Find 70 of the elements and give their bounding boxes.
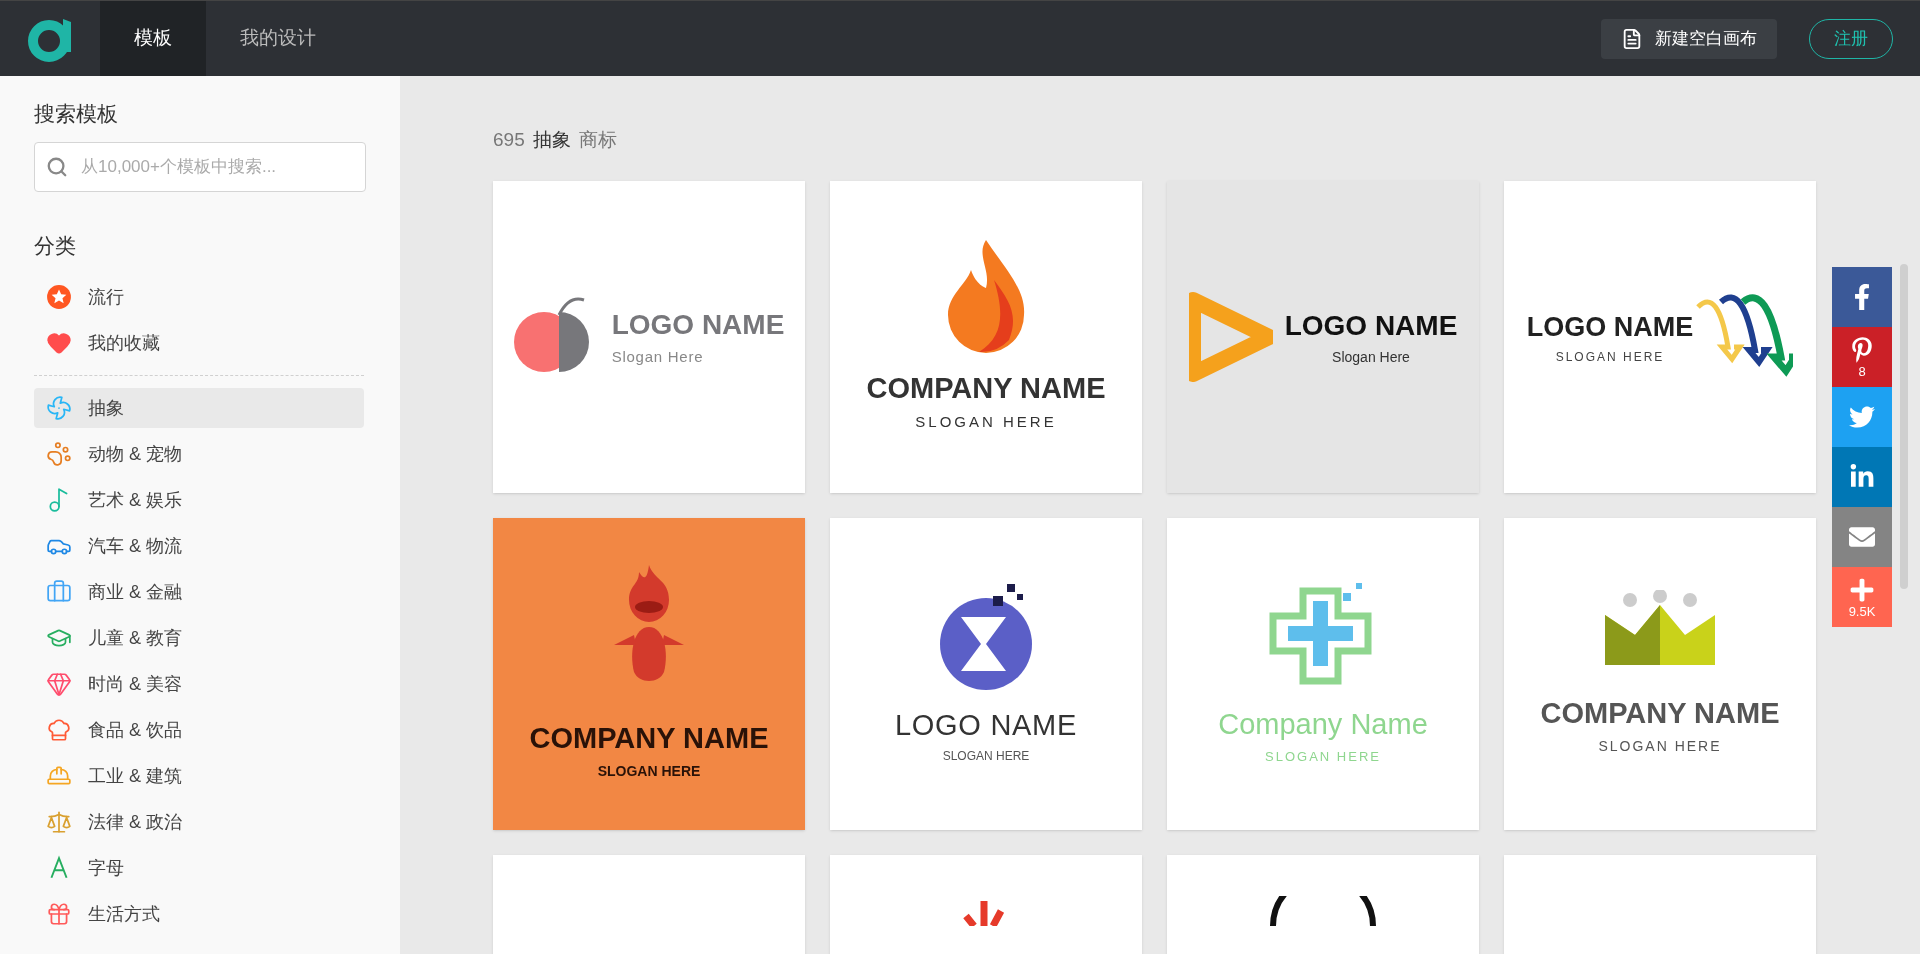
template-card[interactable]: LOGO NAME Slogan Here [493,180,805,493]
search-icon [46,155,68,178]
swirl-icon [46,395,72,421]
scrollbar[interactable] [1900,264,1908,589]
search-title: 搜索模板 [34,101,119,127]
category-item[interactable]: 汽车 & 物流 [34,526,364,566]
heart-icon [46,330,72,356]
share-button[interactable] [1832,507,1892,567]
share-button[interactable] [1832,267,1892,327]
category-item[interactable]: 抽象 [34,388,364,428]
slogan-text: SLOGAN HERE [597,761,701,781]
template-card[interactable]: LOGO NAME SLOGAN HERE [1504,180,1816,493]
slogan-text: Slogan Here [1332,348,1410,367]
gift-icon [46,901,72,927]
category-item[interactable]: 字母 [34,848,364,888]
category-item[interactable]: 工业 & 建筑 [34,756,364,796]
logo-name-text: LOGO NAME [1284,309,1458,343]
logo-name-text: COMPANY NAME [866,371,1106,406]
logo-name-text: LOGO NAME [894,707,1078,743]
nav-tab[interactable]: 模板 [100,1,206,76]
slogan-text: Slogan Here [611,347,705,368]
linkedin-icon [1849,464,1875,490]
new-canvas-button[interactable]: 新建空白画布 [1601,18,1777,59]
category-item[interactable]: 食品 & 饮品 [34,710,364,750]
breadcrumb-type: 商标 [578,128,617,152]
flame-icon [946,240,1026,355]
category-item[interactable]: 流行 [34,277,364,317]
category-item[interactable]: 我的收藏 [34,323,364,363]
logo-name-text: LOGO NAME [611,308,785,343]
category-item[interactable]: 法律 & 政治 [34,802,364,842]
logo-name-text: LOGO NAME [1526,311,1694,345]
slogan-text: SLOGAN HERE [915,411,1057,432]
briefcase-icon [46,579,72,605]
document-icon [1621,27,1643,50]
slogan-text: SLOGAN HERE [942,748,1030,766]
category-item[interactable]: 时尚 & 美容 [34,664,364,704]
plus-icon [1849,576,1875,603]
category-item[interactable]: 动物 & 宠物 [34,434,364,474]
category-item[interactable]: 艺术 & 娱乐 [34,480,364,520]
template-card[interactable]: COMPANY NAME SLOGAN HERE [493,517,805,830]
chef-hat-icon [46,717,72,743]
email-icon [1849,524,1875,550]
share-button[interactable]: 8 [1832,327,1892,387]
share-button[interactable] [1832,447,1892,507]
category-title: 分类 [34,232,77,259]
pinterest-icon [1849,336,1875,363]
slogan-text: SLOGAN HERE [1598,736,1722,756]
gem-icon [46,671,72,697]
search-field[interactable]: 从10,000+个模板中搜索... [34,141,366,192]
scale-icon [46,809,72,835]
category-item[interactable]: 生活方式 [34,894,364,934]
play-icon [1188,291,1273,382]
logo-name-text: COMPANY NAME [529,721,769,757]
template-card[interactable]: COMPANY NAME SLOGAN HERE [830,180,1142,493]
template-card[interactable]: LOGO NAME SLOGAN HERE [830,517,1142,830]
breadcrumb-category: 抽象 [532,128,571,152]
category-item[interactable]: 商业 & 金融 [34,572,364,612]
twitter-icon [1849,404,1875,430]
ring-icon [1268,895,1378,926]
share-button[interactable] [1832,387,1892,447]
template-card[interactable]: LOGO NAME Slogan Here [1167,180,1479,493]
slogan-text: SLOGAN HERE [1265,747,1381,766]
logo-name-text: Company Name [1218,707,1428,742]
paw-icon [46,441,72,467]
template-card[interactable]: COMPANY NAME SLOGAN HERE [1504,517,1816,830]
logo-name-text: COMPANY NAME [1540,696,1780,732]
result-count: 695 [493,128,525,152]
category-item[interactable]: 儿童 & 教育 [34,618,364,658]
slogan-text: SLOGAN HERE [1555,348,1665,366]
nav-tab[interactable]: 我的设计 [206,1,350,76]
